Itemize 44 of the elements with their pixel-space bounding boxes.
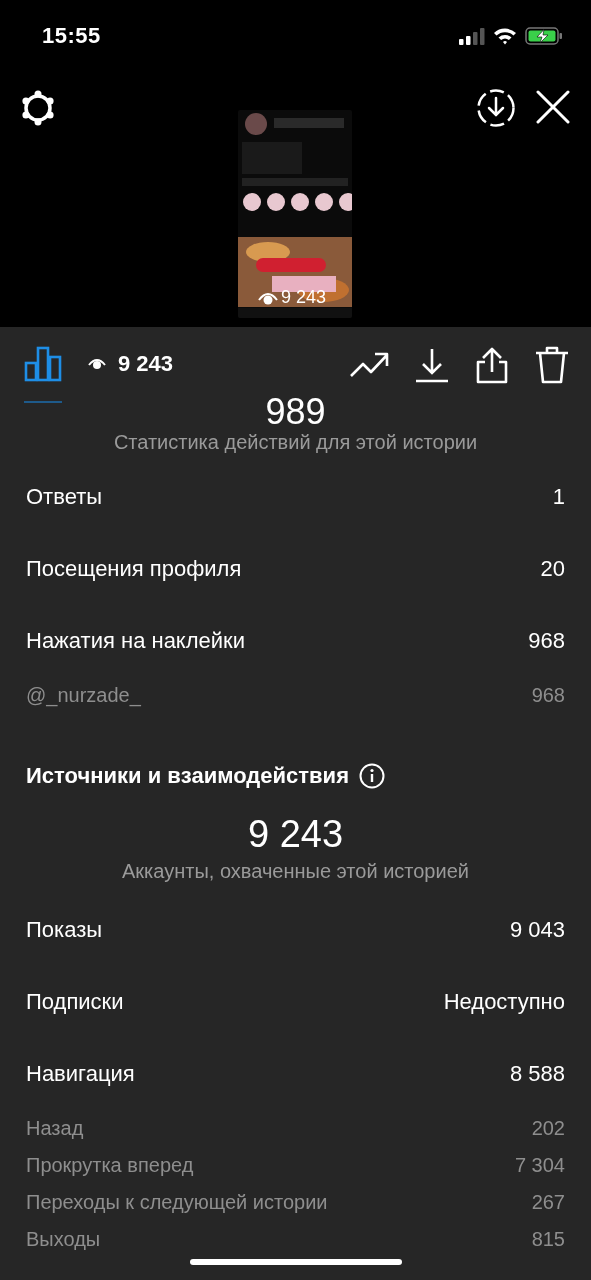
metric-label: Ответы [26,484,103,510]
submetric-value: 968 [531,684,565,707]
wifi-icon [493,27,517,45]
eye-icon [88,357,106,371]
download-icon[interactable] [415,347,449,383]
close-icon[interactable] [536,90,570,124]
metric-value: 1 [552,484,565,510]
metric-value: 968 [528,628,565,654]
total-count: 9 243 [246,814,345,854]
metric-label: Посещения профиля [26,556,242,582]
metric-label: Подписки [26,989,124,1015]
battery-charging-icon [525,27,563,45]
submetric-value: 202 [531,1117,565,1140]
signal-icon [459,27,485,45]
total-caption: Статистика действий для этой истории [112,430,479,455]
metric-value: Недоступно [443,989,565,1015]
preview-views-count: 9 243 [281,287,327,308]
metric-value: 8 588 [509,1061,565,1087]
status-time: 15:55 [42,23,101,49]
submetric-value: 267 [531,1191,565,1214]
bar-chart-icon [24,346,62,382]
total-caption: Аккаунты, охваченные этой историей [121,859,470,884]
submetric-label: @_nurzade_ [26,684,141,707]
submetric-label: Переходы к следующей истории [26,1191,328,1214]
section-heading: Источники и взаимодействия [26,763,349,789]
viewers-tab[interactable]: 9 243 [88,327,174,403]
submetric-label: Прокрутка вперед [26,1154,194,1177]
metric-label: Показы [26,917,103,943]
share-icon[interactable] [475,346,509,384]
eye-icon [258,290,278,305]
total-count: 989 [264,395,327,429]
submetric-value: 815 [531,1228,565,1251]
settings-icon[interactable] [20,90,56,126]
metric-label: Нажатия на наклейки [26,628,245,654]
metric-value: 20 [540,556,565,582]
info-icon[interactable] [359,763,385,789]
trash-icon[interactable] [535,346,569,384]
metric-value: 9 043 [509,917,565,943]
submetric-label: Назад [26,1117,84,1140]
metric-label: Навигация [26,1061,135,1087]
trending-up-icon[interactable] [349,352,389,378]
download-circle-icon[interactable] [476,88,516,128]
submetric-value: 7 304 [514,1154,565,1177]
submetric-label: Выходы [26,1228,101,1251]
